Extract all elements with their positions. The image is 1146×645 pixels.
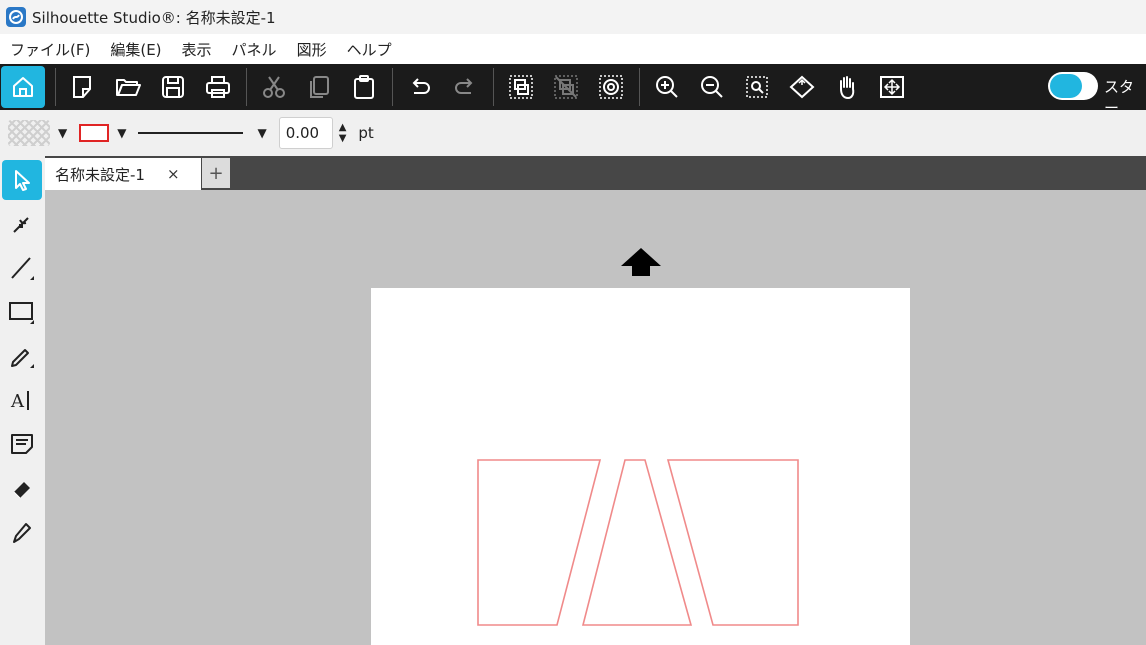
pan-hand-button[interactable] (829, 67, 865, 107)
window-title: Silhouette Studio®: 名称未設定-1 (32, 8, 276, 27)
menu-help[interactable]: ヘルプ (347, 39, 392, 60)
right-trapezoid-shape (666, 459, 799, 626)
fill-dropdown-arrow[interactable]: ▼ (58, 126, 67, 140)
menu-file[interactable]: ファイル(F) (10, 39, 90, 60)
menu-bar: ファイル(F) 編集(E) 表示 パネル 図形 ヘルプ (0, 34, 1146, 64)
undo-icon (412, 78, 430, 94)
open-folder-icon (116, 79, 141, 96)
group-button[interactable] (503, 67, 539, 107)
left-trapezoid-shape (477, 459, 602, 626)
fit-window-icon (880, 76, 904, 98)
paste-icon (354, 75, 374, 99)
new-tab-button[interactable]: + (202, 158, 230, 188)
fill-pattern-swatch[interactable] (8, 120, 50, 146)
svg-text:A: A (10, 391, 25, 412)
tab-close-button[interactable]: × (167, 165, 180, 183)
fit-window-button[interactable] (874, 67, 910, 107)
copy-icon (310, 76, 329, 98)
notes-tool[interactable] (2, 424, 42, 464)
new-document-button[interactable] (65, 67, 101, 107)
title-bar: Silhouette Studio®: 名称未設定-1 (0, 0, 1146, 34)
pencil-tool[interactable] (2, 336, 42, 376)
point-edit-tool[interactable] (2, 204, 42, 244)
zoom-out-icon (701, 76, 723, 98)
start-mode-toggle[interactable] (1048, 72, 1098, 100)
toolbar-separator (392, 68, 393, 106)
save-button[interactable] (155, 67, 191, 107)
home-button[interactable] (1, 66, 45, 108)
select-tool[interactable] (2, 160, 42, 200)
line-style-dropdown-arrow[interactable]: ▼ (257, 126, 266, 140)
rectangle-tool-icon (9, 302, 34, 324)
toolbar-separator (639, 68, 640, 106)
group-icon (509, 75, 533, 99)
tool-palette: A (0, 156, 45, 645)
redo-button[interactable] (447, 67, 483, 107)
open-folder-button[interactable] (110, 67, 146, 107)
stroke-dropdown-arrow[interactable]: ▼ (117, 126, 126, 140)
line-tool-icon (11, 257, 34, 280)
point-edit-tool-icon (13, 217, 29, 233)
rectangle-tool[interactable] (2, 292, 42, 332)
zoom-selection-icon (746, 76, 768, 98)
line-width-input[interactable]: 0.00 (278, 117, 333, 149)
design-canvas[interactable] (45, 190, 1146, 645)
feed-direction-arrow-icon (621, 248, 661, 276)
eraser-tool-icon (13, 482, 30, 499)
zoom-out-button[interactable] (694, 67, 730, 107)
text-tool-icon: A (10, 391, 29, 412)
copy-button[interactable] (301, 67, 337, 107)
knife-tool-icon (13, 523, 31, 543)
redo-icon (455, 78, 473, 94)
property-bar: ▼ ▼ ▼ 0.00 ▲ ▼ pt (0, 110, 1146, 156)
document-tab-strip: 名称未設定-1 × + (45, 156, 1146, 190)
main-toolbar: スター (0, 64, 1146, 117)
stroke-color-swatch[interactable] (79, 124, 110, 142)
toolbar-separator (493, 68, 494, 106)
home-icon (13, 77, 33, 97)
tab-document-1[interactable]: 名称未設定-1 × (45, 158, 201, 190)
pan-hand-icon (840, 76, 855, 100)
line-width-spinner[interactable]: ▲ ▼ (339, 122, 347, 144)
fit-page-icon (789, 75, 815, 99)
text-tool[interactable]: A (2, 380, 42, 420)
line-tool[interactable] (2, 248, 42, 288)
cut-button[interactable] (256, 67, 292, 107)
release-compound-button[interactable] (593, 67, 629, 107)
print-button[interactable] (200, 67, 236, 107)
line-width-unit: pt (358, 124, 374, 142)
cutting-mat-page[interactable] (371, 288, 910, 645)
toolbar-separator (55, 68, 56, 106)
notes-tool-icon (11, 434, 33, 454)
pencil-tool-icon (11, 349, 34, 368)
zoom-in-button[interactable] (649, 67, 685, 107)
release-compound-icon (599, 75, 623, 99)
line-width-value: 0.00 (285, 124, 320, 142)
menu-edit[interactable]: 編集(E) (110, 39, 161, 60)
line-style-sample[interactable] (138, 132, 244, 134)
menu-view[interactable]: 表示 (182, 39, 212, 60)
tab-label: 名称未設定-1 (55, 165, 145, 184)
zoom-selection-button[interactable] (739, 67, 775, 107)
save-icon (162, 76, 184, 98)
new-document-icon (73, 76, 91, 98)
ungroup-icon (554, 75, 578, 99)
fit-page-button[interactable] (784, 67, 820, 107)
paste-button[interactable] (346, 67, 382, 107)
toolbar-separator (246, 68, 247, 106)
print-icon (206, 76, 230, 98)
cut-icon (263, 76, 285, 98)
undo-button[interactable] (402, 67, 438, 107)
menu-shape[interactable]: 図形 (297, 39, 327, 60)
knife-tool[interactable] (2, 512, 42, 552)
zoom-in-icon (656, 76, 678, 98)
ungroup-button[interactable] (548, 67, 584, 107)
silhouette-app-icon (6, 7, 26, 27)
eraser-tool[interactable] (2, 468, 42, 508)
menu-panel[interactable]: パネル (232, 39, 277, 60)
design-shapes[interactable] (371, 288, 910, 645)
toggle-knob (1050, 74, 1082, 98)
select-tool-icon (15, 170, 30, 191)
